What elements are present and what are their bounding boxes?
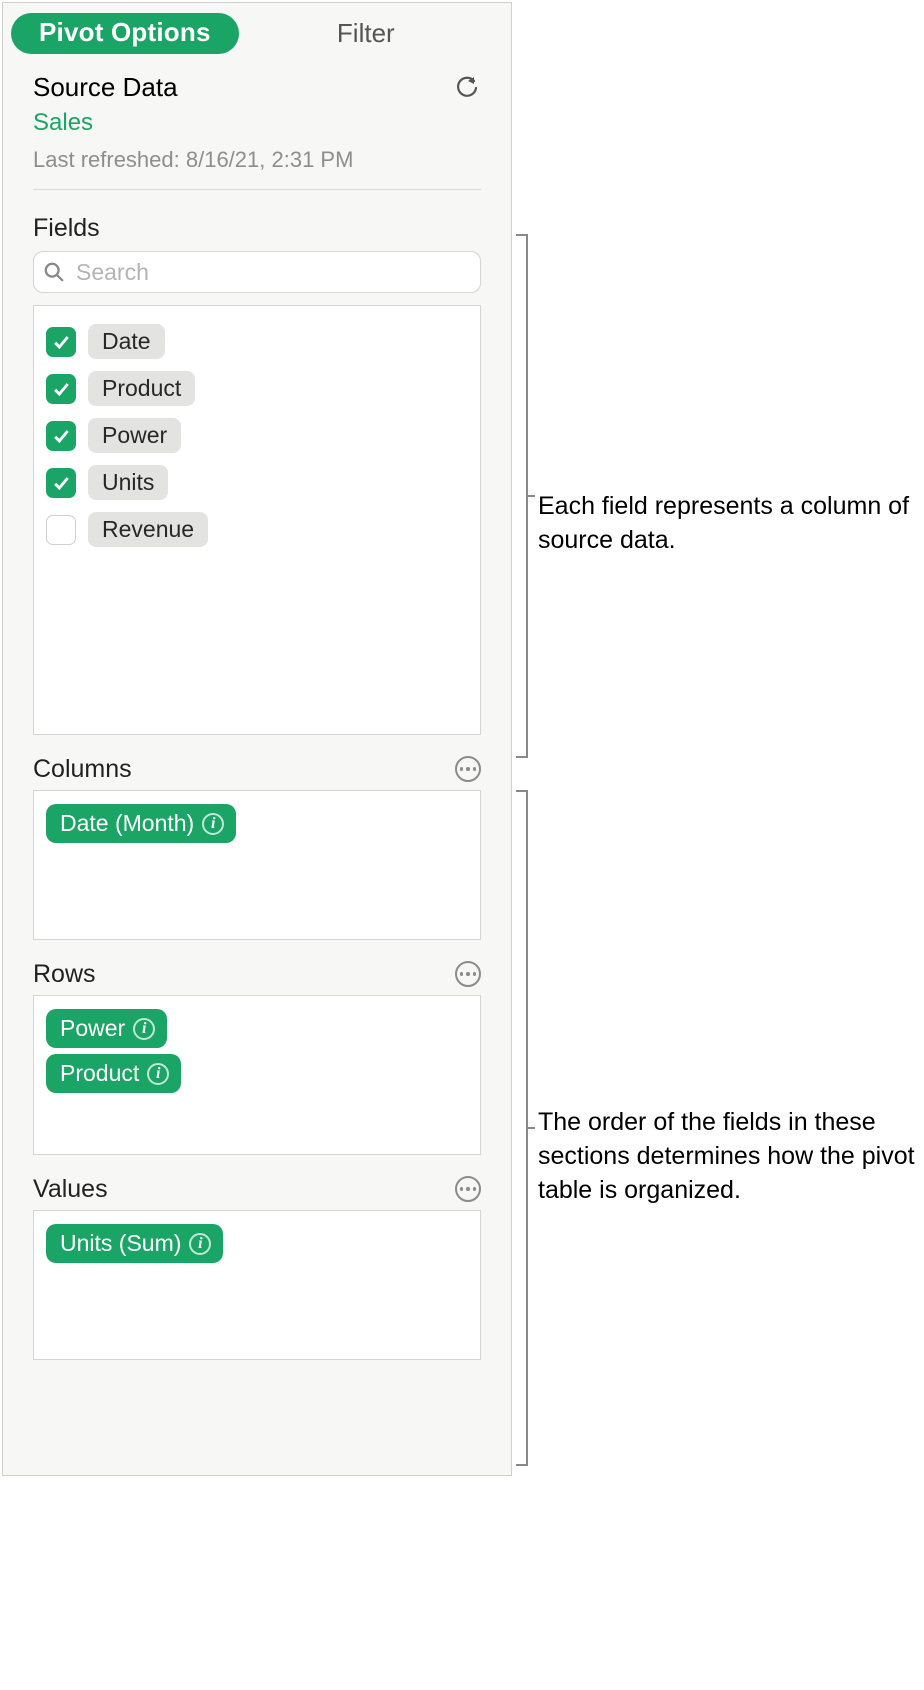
- tab-pivot-options[interactable]: Pivot Options: [11, 13, 239, 54]
- refresh-icon: [455, 76, 479, 100]
- field-chip[interactable]: Product: [88, 371, 195, 406]
- bracket-icon: [515, 790, 535, 1466]
- columns-more-button[interactable]: [455, 756, 481, 782]
- column-pill[interactable]: Date (Month) i: [46, 804, 236, 843]
- refresh-button[interactable]: [453, 74, 481, 102]
- info-icon[interactable]: i: [133, 1018, 155, 1040]
- info-icon[interactable]: i: [189, 1233, 211, 1255]
- bracket-icon: [515, 234, 535, 758]
- field-checkbox-product[interactable]: [46, 374, 76, 404]
- field-chip[interactable]: Units: [88, 465, 168, 500]
- pill-label: Date (Month): [60, 810, 194, 837]
- info-icon[interactable]: i: [202, 813, 224, 835]
- pill-label: Units (Sum): [60, 1230, 181, 1257]
- columns-dropzone[interactable]: Date (Month) i: [33, 790, 481, 940]
- row-pill[interactable]: Power i: [46, 1009, 167, 1048]
- field-checkbox-power[interactable]: [46, 421, 76, 451]
- row-pill[interactable]: Product i: [46, 1054, 181, 1093]
- field-row: Units: [44, 459, 470, 506]
- value-pill[interactable]: Units (Sum) i: [46, 1224, 223, 1263]
- values-dropzone[interactable]: Units (Sum) i: [33, 1210, 481, 1360]
- fields-list: Date Product Power Units Revenue: [33, 305, 481, 735]
- field-checkbox-date[interactable]: [46, 327, 76, 357]
- info-icon[interactable]: i: [147, 1063, 169, 1085]
- search-icon: [43, 261, 65, 283]
- callout-order: The order of the fields in these section…: [538, 1106, 918, 1207]
- field-row: Power: [44, 412, 470, 459]
- pill-label: Power: [60, 1015, 125, 1042]
- field-chip[interactable]: Date: [88, 324, 165, 359]
- tab-filter[interactable]: Filter: [259, 18, 503, 49]
- rows-dropzone[interactable]: Power i Product i: [33, 995, 481, 1155]
- field-checkbox-units[interactable]: [46, 468, 76, 498]
- source-data-heading: Source Data: [33, 72, 178, 103]
- rows-heading: Rows: [33, 960, 96, 989]
- columns-heading: Columns: [33, 755, 132, 784]
- panel-tabs: Pivot Options Filter: [3, 3, 511, 60]
- field-row: Product: [44, 365, 470, 412]
- field-chip[interactable]: Revenue: [88, 512, 208, 547]
- field-chip[interactable]: Power: [88, 418, 181, 453]
- field-checkbox-revenue[interactable]: [46, 515, 76, 545]
- field-row: Date: [44, 318, 470, 365]
- rows-more-button[interactable]: [455, 961, 481, 987]
- pill-label: Product: [60, 1060, 139, 1087]
- last-refreshed-label: Last refreshed: 8/16/21, 2:31 PM: [33, 147, 481, 190]
- field-row: Revenue: [44, 506, 470, 553]
- values-heading: Values: [33, 1175, 108, 1204]
- values-more-button[interactable]: [455, 1176, 481, 1202]
- callout-fields: Each field represents a column of source…: [538, 490, 918, 558]
- fields-heading: Fields: [33, 214, 481, 243]
- pivot-options-panel: Pivot Options Filter Source Data Sales L…: [2, 2, 512, 1476]
- search-input[interactable]: [33, 251, 481, 293]
- source-data-name: Sales: [33, 109, 481, 137]
